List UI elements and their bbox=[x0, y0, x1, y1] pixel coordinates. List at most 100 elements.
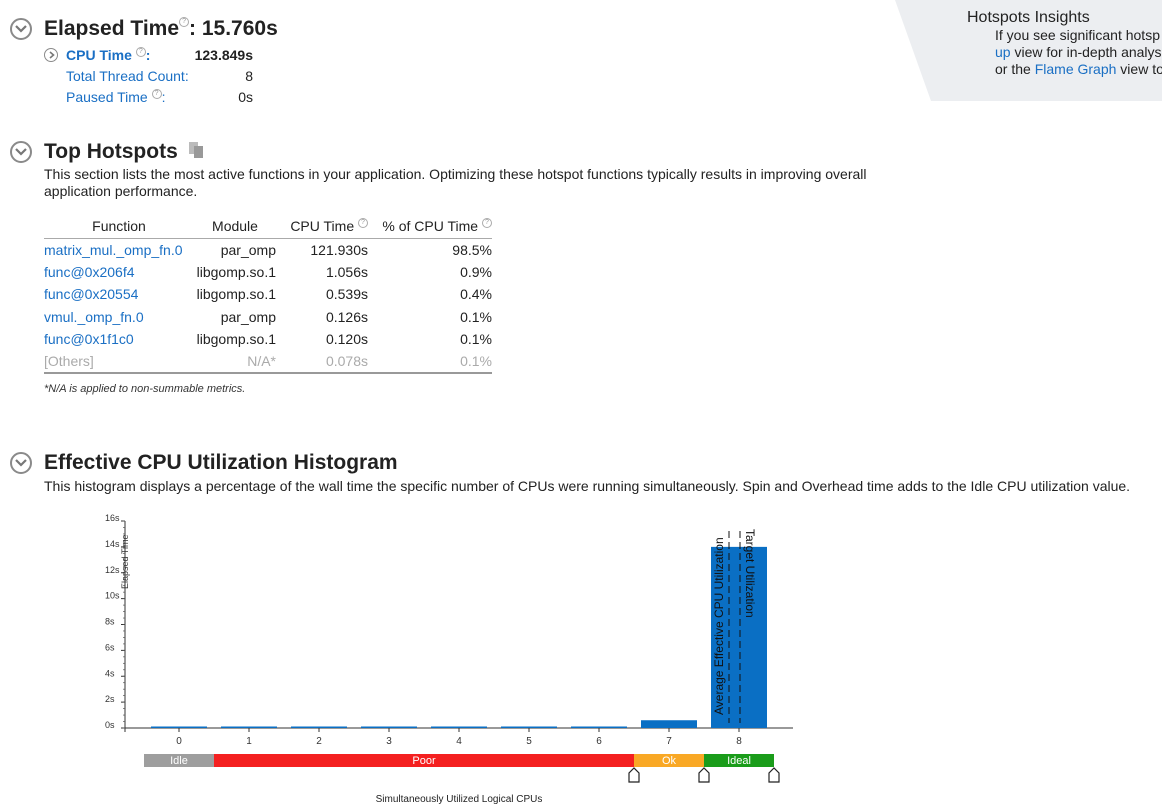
help-icon[interactable]: ? bbox=[151, 89, 162, 99]
range-label: Ok bbox=[662, 755, 677, 767]
paused-time-label: Paused Time ?: bbox=[66, 89, 166, 105]
module-cell: libgomp.so.1 bbox=[196, 263, 276, 280]
function-link[interactable]: vmul._omp_fn.0 bbox=[44, 309, 144, 325]
cpu-utilization-histogram: 0s 2s 4s 6s 8s 10s 12s 14s 16s Elapsed Time 0 1 2 3 4 5… bbox=[105, 513, 793, 805]
histogram-bar bbox=[501, 726, 557, 728]
table-row[interactable]: func@0x206f4 libgomp.so.1 1.056s 0.9% bbox=[44, 261, 492, 284]
flame-graph-link[interactable]: Flame Graph bbox=[1035, 61, 1117, 77]
cpu-time-cell: 121.930s bbox=[310, 241, 368, 258]
x-tick-label: 6 bbox=[596, 736, 602, 747]
column-header-function[interactable]: Function bbox=[44, 214, 194, 239]
module-cell: N/A* bbox=[194, 350, 276, 374]
table-row[interactable]: vmul._omp_fn.0 par_omp 0.126s 0.1% bbox=[44, 306, 492, 329]
chevron-right-icon bbox=[49, 51, 55, 59]
range-label: Poor bbox=[412, 755, 436, 767]
pct-cpu-time-cell: 0.1% bbox=[460, 331, 492, 348]
histogram-bar bbox=[361, 726, 417, 728]
function-link[interactable]: func@0x1f1c0 bbox=[44, 331, 134, 347]
y-tick-label: 8s bbox=[105, 617, 115, 627]
pct-cpu-time-cell: 0.1% bbox=[460, 308, 492, 325]
x-tick-label: 0 bbox=[176, 736, 182, 747]
insights-line-2: up view for in-depth analys bbox=[995, 44, 1162, 60]
hotspots-insights-panel: Hotspots Insights If you see significant… bbox=[895, 0, 1162, 101]
y-tick-label: 4s bbox=[105, 668, 115, 678]
y-tick-label: 14s bbox=[105, 539, 120, 549]
chevron-down-icon bbox=[15, 459, 27, 467]
cpu-time-label[interactable]: CPU Time ?: bbox=[66, 47, 150, 63]
cpu-time-cell: 1.056s bbox=[325, 263, 368, 280]
hotspots-table: Function Module CPU Time ? % of CPU Time… bbox=[44, 214, 492, 374]
range-slider-handle bbox=[768, 767, 780, 783]
cpu-time-cell: 0.126s bbox=[325, 308, 368, 325]
help-icon[interactable]: ? bbox=[358, 217, 368, 228]
y-tick-label: 10s bbox=[105, 591, 120, 601]
range-slider-handle bbox=[628, 767, 640, 783]
marker-label: Average Effective CPU Utilization bbox=[712, 537, 726, 715]
help-icon[interactable]: ? bbox=[135, 47, 146, 57]
x-tick-label: 4 bbox=[456, 736, 462, 747]
insights-title: Hotspots Insights bbox=[967, 9, 1090, 26]
histogram-bar bbox=[571, 726, 627, 728]
histogram-bar bbox=[221, 726, 277, 728]
pct-cpu-time-cell: 0.4% bbox=[460, 286, 492, 303]
function-cell: [Others] bbox=[44, 350, 194, 374]
module-cell: libgomp.so.1 bbox=[196, 286, 276, 303]
column-header-pct-cpu-time[interactable]: % of CPU Time ? bbox=[368, 214, 492, 239]
x-tick-label: 5 bbox=[526, 736, 532, 747]
cpu-time-expand-toggle[interactable] bbox=[44, 48, 58, 62]
range-label: Idle bbox=[170, 755, 188, 767]
range-slider-handle bbox=[698, 767, 710, 783]
histogram-collapse-toggle[interactable] bbox=[10, 452, 32, 474]
help-icon[interactable]: ? bbox=[482, 217, 492, 228]
top-hotspots-description: This section lists the most active funct… bbox=[44, 166, 867, 199]
x-tick-label: 2 bbox=[316, 736, 322, 747]
insights-line-3: or the Flame Graph view to bbox=[995, 61, 1162, 77]
thread-count-label: Total Thread Count: bbox=[66, 68, 189, 84]
cpu-time-value: 123.849s bbox=[194, 47, 253, 63]
chevron-down-icon bbox=[15, 25, 27, 33]
histogram-bar bbox=[151, 726, 207, 728]
pct-cpu-time-cell: 0.9% bbox=[460, 263, 492, 280]
table-footnote: *N/A is applied to non-summable metrics. bbox=[44, 383, 246, 395]
y-axis-label: Elapsed Time bbox=[120, 534, 130, 589]
column-header-cpu-time[interactable]: CPU Time ? bbox=[276, 214, 368, 239]
elapsed-time-heading: Elapsed Time?: 15.760s bbox=[44, 17, 278, 40]
insights-link-up[interactable]: up bbox=[995, 44, 1011, 60]
marker-label: Target Utilization bbox=[743, 529, 757, 618]
y-tick-label: 6s bbox=[105, 642, 115, 652]
x-tick-label: 8 bbox=[736, 736, 742, 747]
x-tick-label: 3 bbox=[386, 736, 392, 747]
copy-icon[interactable] bbox=[188, 141, 204, 159]
paused-time-value: 0s bbox=[238, 89, 253, 105]
module-cell: par_omp bbox=[220, 308, 276, 325]
table-row-others: [Others] N/A* 0.078s 0.1% bbox=[44, 350, 492, 374]
help-icon[interactable]: ? bbox=[179, 17, 190, 27]
y-tick-label: 16s bbox=[105, 513, 120, 523]
table-row[interactable]: func@0x20554 libgomp.so.1 0.539s 0.4% bbox=[44, 283, 492, 306]
histogram-bar bbox=[291, 726, 347, 728]
function-link[interactable]: func@0x20554 bbox=[44, 286, 138, 302]
y-tick-label: 2s bbox=[105, 694, 115, 704]
module-cell: par_omp bbox=[220, 241, 276, 258]
top-hotspots-heading: Top Hotspots bbox=[44, 140, 204, 164]
insights-line-1: If you see significant hotsp bbox=[995, 27, 1160, 43]
histogram-bar bbox=[431, 726, 487, 728]
function-link[interactable]: func@0x206f4 bbox=[44, 264, 135, 280]
table-row[interactable]: matrix_mul._omp_fn.0 par_omp 121.930s 98… bbox=[44, 238, 492, 261]
y-tick-label: 12s bbox=[105, 565, 120, 575]
hotspots-collapse-toggle[interactable] bbox=[10, 141, 32, 163]
chevron-down-icon bbox=[15, 148, 27, 156]
elapsed-collapse-toggle[interactable] bbox=[10, 18, 32, 40]
column-header-module[interactable]: Module bbox=[194, 214, 276, 239]
histogram-description: This histogram displays a percentage of … bbox=[44, 478, 1131, 494]
pct-cpu-time-cell: 0.1% bbox=[368, 350, 492, 374]
x-axis-label: Simultaneously Utilized Logical CPUs bbox=[376, 794, 543, 805]
x-tick-label: 7 bbox=[666, 736, 672, 747]
histogram-bar bbox=[641, 720, 697, 728]
x-tick-label: 1 bbox=[246, 736, 252, 747]
table-row[interactable]: func@0x1f1c0 libgomp.so.1 0.120s 0.1% bbox=[44, 328, 492, 351]
cpu-time-cell: 0.120s bbox=[325, 331, 368, 348]
function-link[interactable]: matrix_mul._omp_fn.0 bbox=[44, 242, 183, 258]
pct-cpu-time-cell: 98.5% bbox=[452, 241, 492, 258]
thread-count-value: 8 bbox=[245, 68, 253, 84]
